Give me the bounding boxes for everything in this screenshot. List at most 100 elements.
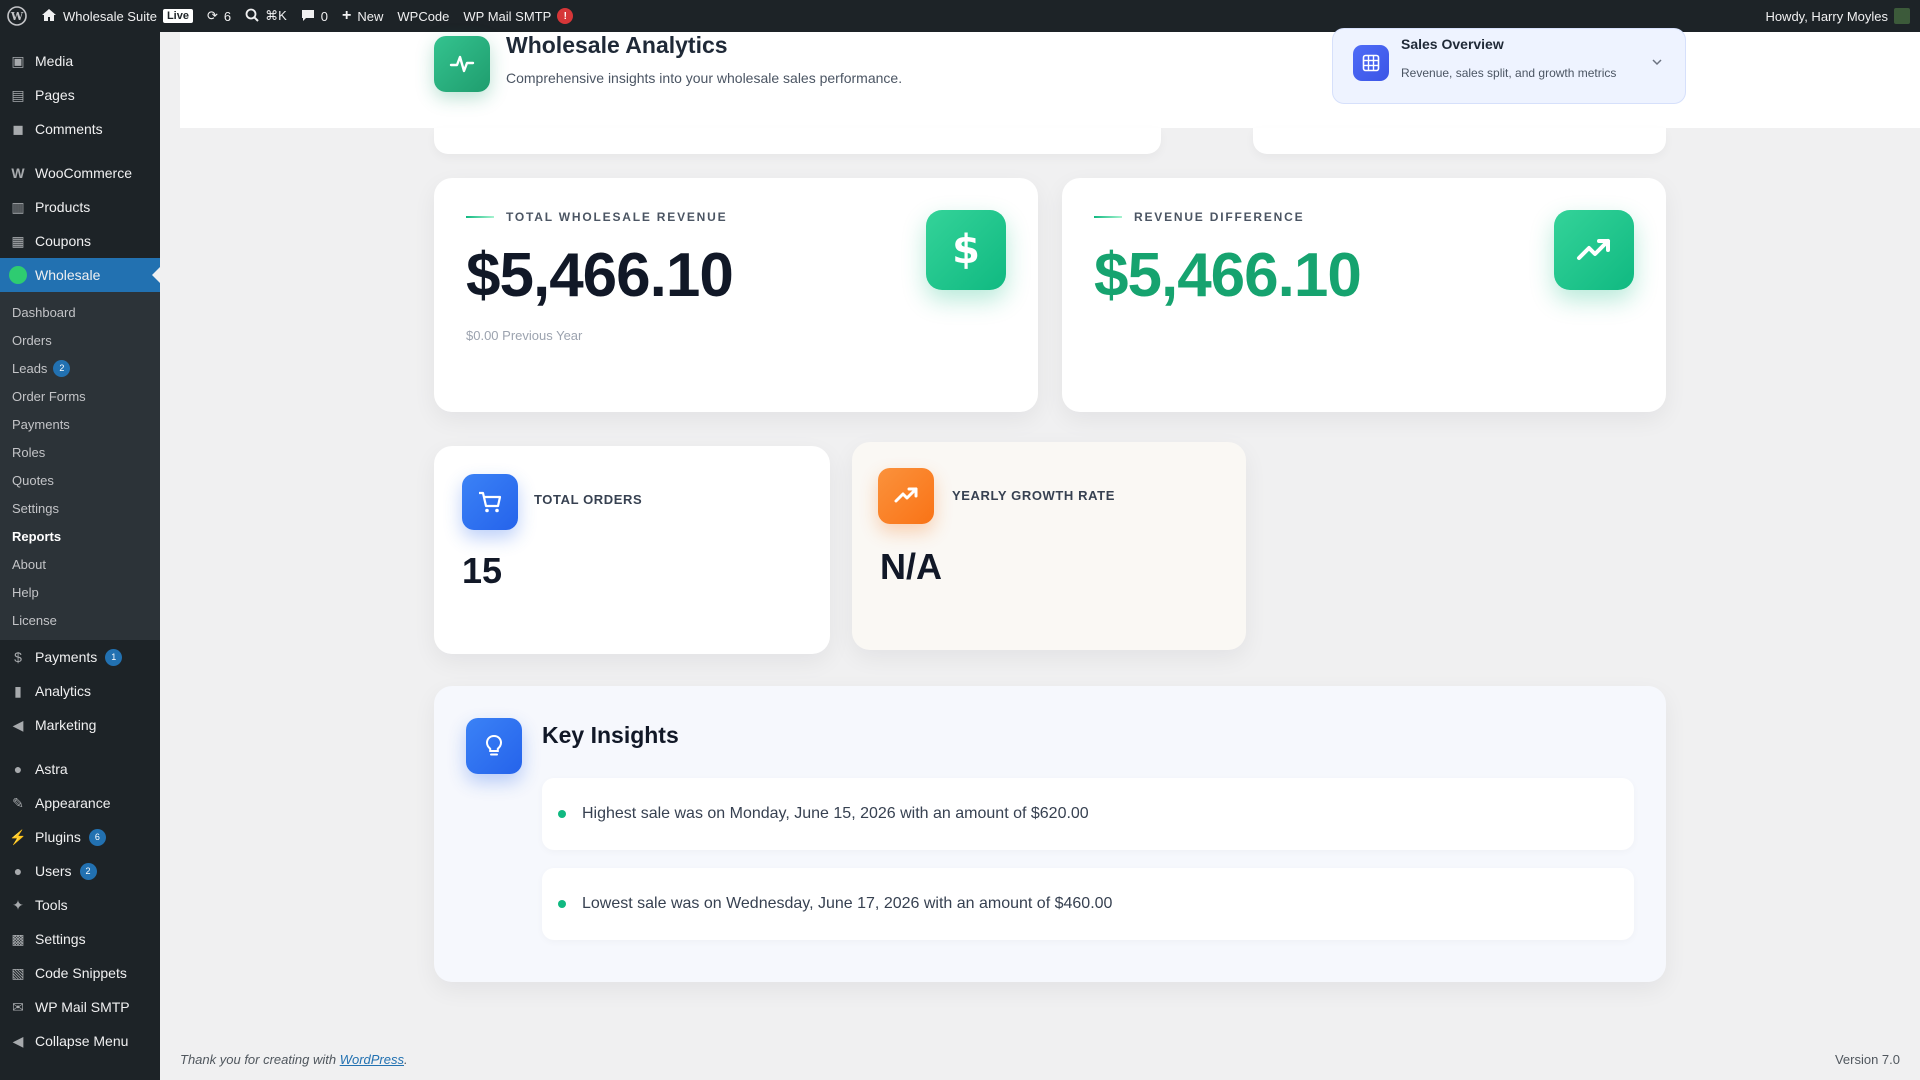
woocommerce-icon: W <box>11 165 25 181</box>
wordpress-link[interactable]: WordPress <box>340 1052 404 1067</box>
alert-badge: ! <box>557 8 574 24</box>
menu-item-wholesale[interactable]: Wholesale <box>0 258 160 292</box>
menu-item-products[interactable]: ▥ Products <box>0 190 160 224</box>
yearly-growth-value: N/A <box>880 546 942 587</box>
trending-up-icon <box>878 468 934 524</box>
wholesale-submenu: Dashboard Orders Leads 2 Order Forms Paym… <box>0 292 160 640</box>
sales-overview-dropdown[interactable]: Sales Overview Revenue, sales split, and… <box>1332 28 1686 104</box>
menu-item-coupons[interactable]: ▦ Coupons <box>0 224 160 258</box>
key-insights-card: Key Insights Highest sale was on Monday,… <box>434 686 1666 982</box>
total-orders-label: TOTAL ORDERS <box>534 492 643 507</box>
updates-link[interactable]: ⟳ 6 <box>200 0 238 32</box>
shopping-cart-icon <box>462 474 518 530</box>
insight-item: Lowest sale was on Wednesday, June 17, 2… <box>542 868 1634 940</box>
coupons-icon: ▦ <box>11 232 25 249</box>
submenu-help[interactable]: Help <box>0 578 160 606</box>
code-icon: ▧ <box>11 964 25 981</box>
search-icon <box>245 8 259 25</box>
command-palette-button[interactable]: ⌘K <box>238 0 294 32</box>
svg-text:W: W <box>10 10 24 23</box>
plugin-icon: ⚡ <box>9 828 27 845</box>
revenue-difference-card: REVENUE DIFFERENCE $5,466.10 <box>1062 178 1666 412</box>
menu-item-analytics[interactable]: ▮ Analytics <box>0 674 160 708</box>
submenu-roles[interactable]: Roles <box>0 438 160 466</box>
submenu-license[interactable]: License <box>0 606 160 634</box>
submenu-orders[interactable]: Orders <box>0 326 160 354</box>
admin-sidebar: ▣ Media ▤ Pages ◼ Comments W WooCommerce… <box>0 32 160 1080</box>
previous-year-text: $0.00 Previous Year <box>466 328 583 343</box>
bullet-dot <box>558 810 566 818</box>
collapse-menu-button[interactable]: ◀ Collapse Menu <box>0 1024 160 1058</box>
megaphone-icon: ◀ <box>12 716 24 733</box>
comments-link[interactable]: 0 <box>294 0 335 32</box>
total-orders-card: TOTAL ORDERS 15 <box>434 446 830 654</box>
submenu-leads[interactable]: Leads 2 <box>0 354 160 382</box>
astra-icon: ● <box>13 761 23 777</box>
live-badge: Live <box>162 9 193 23</box>
filter-panel-left <box>434 128 1161 154</box>
paintbrush-icon: ✎ <box>12 794 24 811</box>
page-title: Wholesale Analytics <box>506 32 728 58</box>
sales-overview-title: Sales Overview <box>1401 36 1504 52</box>
wpcode-link[interactable]: WPCode <box>390 0 456 32</box>
submenu-reports[interactable]: Reports <box>0 522 160 550</box>
menu-item-woocommerce[interactable]: W WooCommerce <box>0 156 160 190</box>
grid-icon <box>1353 45 1389 81</box>
activity-pulse-icon <box>434 36 490 92</box>
submenu-settings[interactable]: Settings <box>0 494 160 522</box>
payments-icon: $ <box>14 649 22 665</box>
page-subtitle: Comprehensive insights into your wholesa… <box>506 70 903 86</box>
menu-item-media[interactable]: ▣ Media <box>0 44 160 78</box>
site-name-link[interactable]: Wholesale Suite Live <box>34 0 200 32</box>
submenu-payments[interactable]: Payments <box>0 410 160 438</box>
dollar-icon: $ <box>926 210 1006 290</box>
page-header: Wholesale Analytics Comprehensive insigh… <box>180 28 1920 128</box>
my-account-link[interactable]: Howdy, Harry Moyles <box>1758 0 1920 32</box>
mail-icon: ✉ <box>12 998 24 1015</box>
menu-item-pages[interactable]: ▤ Pages <box>0 78 160 112</box>
lightbulb-icon <box>466 718 522 774</box>
plus-icon: + <box>342 7 352 24</box>
menu-item-plugins[interactable]: ⚡ Plugins 6 <box>0 820 160 854</box>
wordpress-logo-icon[interactable]: W <box>0 0 34 32</box>
submenu-order-forms[interactable]: Order Forms <box>0 382 160 410</box>
insight-item: Highest sale was on Monday, June 15, 202… <box>542 778 1634 850</box>
total-revenue-card: TOTAL WHOLESALE REVENUE $5,466.10 $0.00 … <box>434 178 1038 412</box>
pages-icon: ▤ <box>11 86 25 103</box>
version-text: Version 7.0 <box>1834 1052 1900 1067</box>
payments-count-badge: 1 <box>105 648 123 666</box>
updates-icon: ⟳ <box>206 8 218 23</box>
menu-item-appearance[interactable]: ✎ Appearance <box>0 786 160 820</box>
menu-item-settings[interactable]: ▩ Settings <box>0 922 160 956</box>
user-icon: ● <box>13 863 23 879</box>
total-revenue-value: $5,466.10 <box>466 241 734 310</box>
menu-item-users[interactable]: ● Users 2 <box>0 854 160 888</box>
users-count-badge: 2 <box>79 862 97 880</box>
home-icon <box>41 7 57 26</box>
menu-item-marketing[interactable]: ◀ Marketing <box>0 708 160 742</box>
wp-mail-smtp-link[interactable]: WP Mail SMTP ! <box>456 0 580 32</box>
avatar <box>1894 8 1910 24</box>
products-icon: ▥ <box>11 198 25 215</box>
admin-footer: Thank you for creating with WordPress. <box>180 1052 408 1067</box>
bullet-dot <box>558 900 566 908</box>
sales-overview-subtitle: Revenue, sales split, and growth metrics <box>1401 66 1617 80</box>
comment-bubble-icon <box>301 8 315 25</box>
wrench-icon: ✦ <box>12 896 24 913</box>
plugins-count-badge: 6 <box>88 828 106 846</box>
menu-item-wp-mail-smtp[interactable]: ✉ WP Mail SMTP <box>0 990 160 1024</box>
submenu-about[interactable]: About <box>0 550 160 578</box>
new-content-link[interactable]: + New <box>335 0 390 32</box>
submenu-quotes[interactable]: Quotes <box>0 466 160 494</box>
settings-sliders-icon: ▩ <box>11 930 25 947</box>
wholesale-icon <box>9 266 27 284</box>
menu-item-code-snippets[interactable]: ▧ Code Snippets <box>0 956 160 990</box>
collapse-icon: ◀ <box>12 1032 24 1049</box>
total-orders-value: 15 <box>462 550 503 591</box>
menu-item-payments[interactable]: $ Payments 1 <box>0 640 160 674</box>
menu-item-astra[interactable]: ● Astra <box>0 752 160 786</box>
menu-item-comments[interactable]: ◼ Comments <box>0 112 160 146</box>
menu-item-tools[interactable]: ✦ Tools <box>0 888 160 922</box>
filter-panel-right <box>1253 128 1666 154</box>
submenu-dashboard[interactable]: Dashboard <box>0 298 160 326</box>
